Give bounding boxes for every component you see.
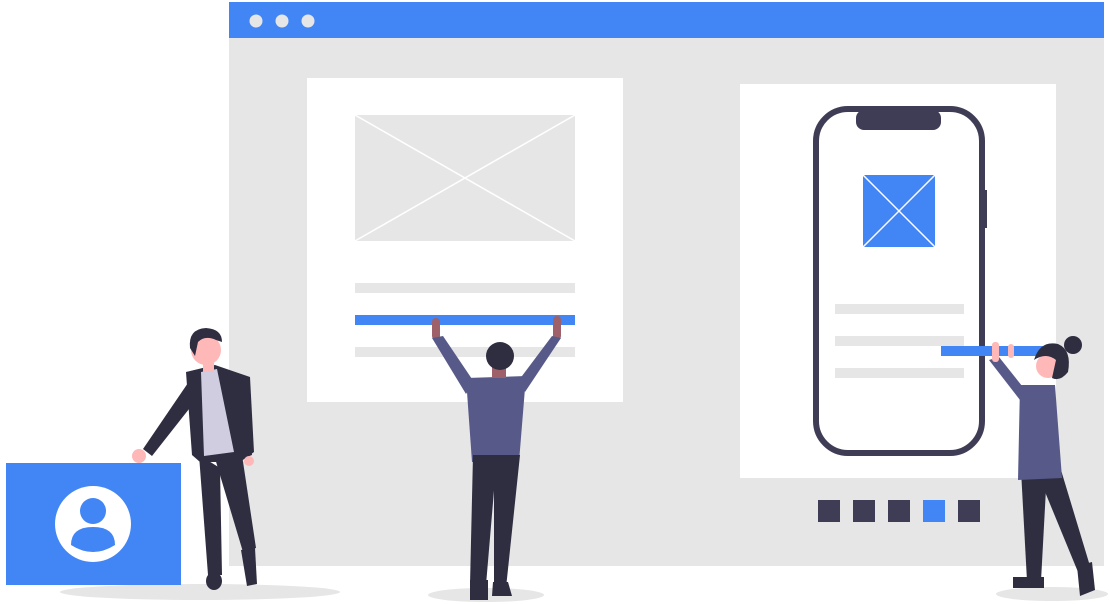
profile-card: [6, 463, 181, 585]
text-line-placeholder: [835, 336, 964, 346]
image-placeholder-icon: [862, 174, 936, 248]
shadow-left: [60, 584, 340, 600]
image-placeholder-icon: [354, 114, 576, 242]
desktop-wireframe-card: [307, 78, 623, 402]
carousel-indicator[interactable]: [853, 500, 875, 522]
carousel-indicator[interactable]: [888, 500, 910, 522]
mobile-card-bg: [740, 84, 1056, 478]
window-dot-2[interactable]: [275, 14, 289, 28]
text-line-placeholder: [835, 304, 964, 314]
carousel-indicator[interactable]: [818, 500, 840, 522]
highlight-bar: [355, 315, 575, 325]
window-dot-3[interactable]: [301, 14, 315, 28]
text-line-placeholder: [835, 368, 964, 378]
mobile-wireframe-card: [740, 84, 1056, 478]
text-line-placeholder: [355, 283, 575, 293]
window-dot-1[interactable]: [249, 14, 263, 28]
phone-notch: [856, 110, 941, 130]
wireframe-illustration: [6, 2, 1108, 602]
phone-side-button: [982, 190, 987, 228]
carousel-indicator[interactable]: [958, 500, 980, 522]
user-avatar-icon: [55, 486, 131, 562]
carousel-indicator-active[interactable]: [923, 500, 945, 522]
browser-titlebar: [229, 2, 1104, 38]
